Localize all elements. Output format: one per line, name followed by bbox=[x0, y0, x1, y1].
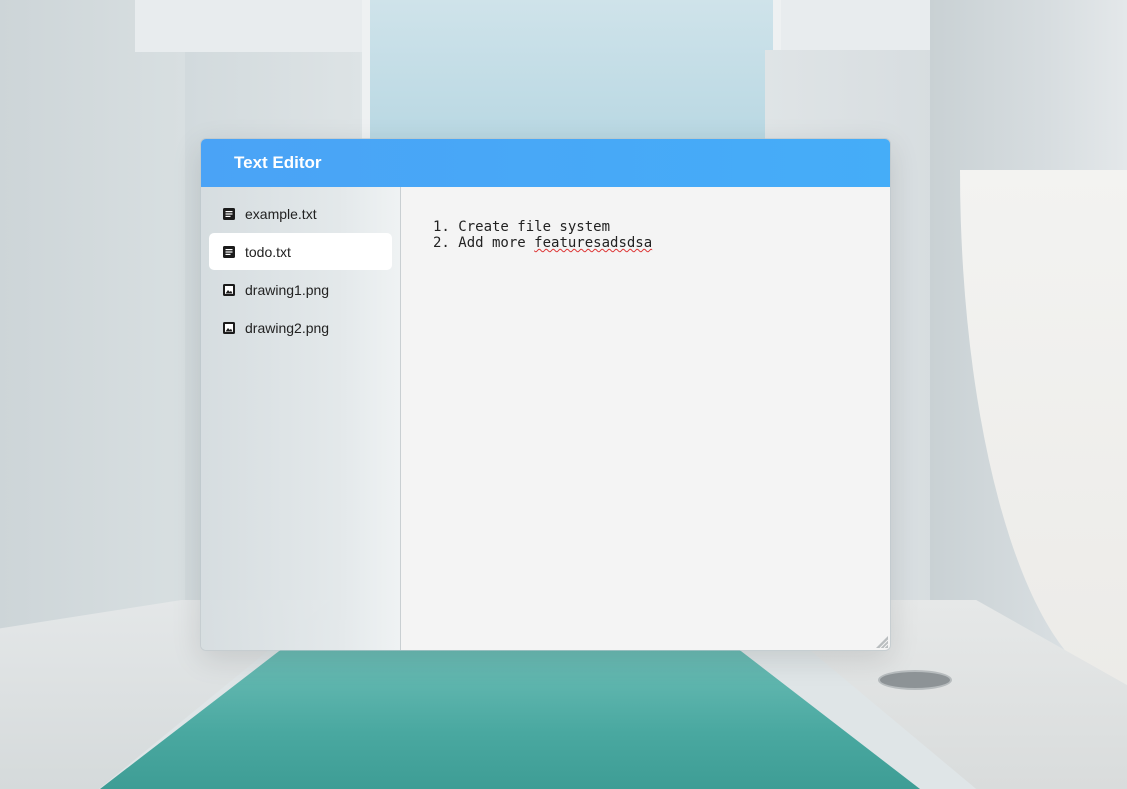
background-wall-left bbox=[0, 0, 185, 660]
resize-grip-icon[interactable] bbox=[876, 636, 888, 648]
text-editor-window: Text Editor example.txt todo.txt drawing… bbox=[200, 138, 891, 651]
text-file-icon bbox=[223, 245, 235, 258]
window-title: Text Editor bbox=[234, 153, 322, 172]
file-item-drawing2-png[interactable]: drawing2.png bbox=[209, 309, 392, 346]
file-item-drawing1-png[interactable]: drawing1.png bbox=[209, 271, 392, 308]
editor-line-1: 1. Create file system bbox=[433, 219, 611, 235]
file-item-example-txt[interactable]: example.txt bbox=[209, 195, 392, 232]
file-name: example.txt bbox=[245, 205, 317, 222]
text-file-icon bbox=[223, 207, 235, 220]
background-drain bbox=[878, 670, 952, 690]
editor-line-2-prefix: 2. Add more bbox=[433, 235, 535, 251]
file-name: drawing1.png bbox=[245, 281, 330, 298]
editor-textarea[interactable]: 1. Create file system 2. Add more featur… bbox=[401, 187, 890, 650]
window-body: example.txt todo.txt drawing1.png drawin… bbox=[201, 187, 890, 650]
misspelled-word: featuresadsdsa bbox=[534, 235, 653, 251]
file-name: drawing2.png bbox=[245, 319, 330, 336]
file-name: todo.txt bbox=[245, 243, 291, 260]
file-sidebar: example.txt todo.txt drawing1.png drawin… bbox=[201, 187, 401, 650]
file-item-todo-txt[interactable]: todo.txt bbox=[209, 233, 392, 270]
image-file-icon bbox=[223, 283, 235, 296]
editor-content[interactable]: 1. Create file system 2. Add more featur… bbox=[433, 219, 870, 251]
image-file-icon bbox=[223, 321, 235, 334]
background-sky-opening bbox=[362, 0, 781, 140]
window-titlebar[interactable]: Text Editor bbox=[201, 139, 890, 187]
